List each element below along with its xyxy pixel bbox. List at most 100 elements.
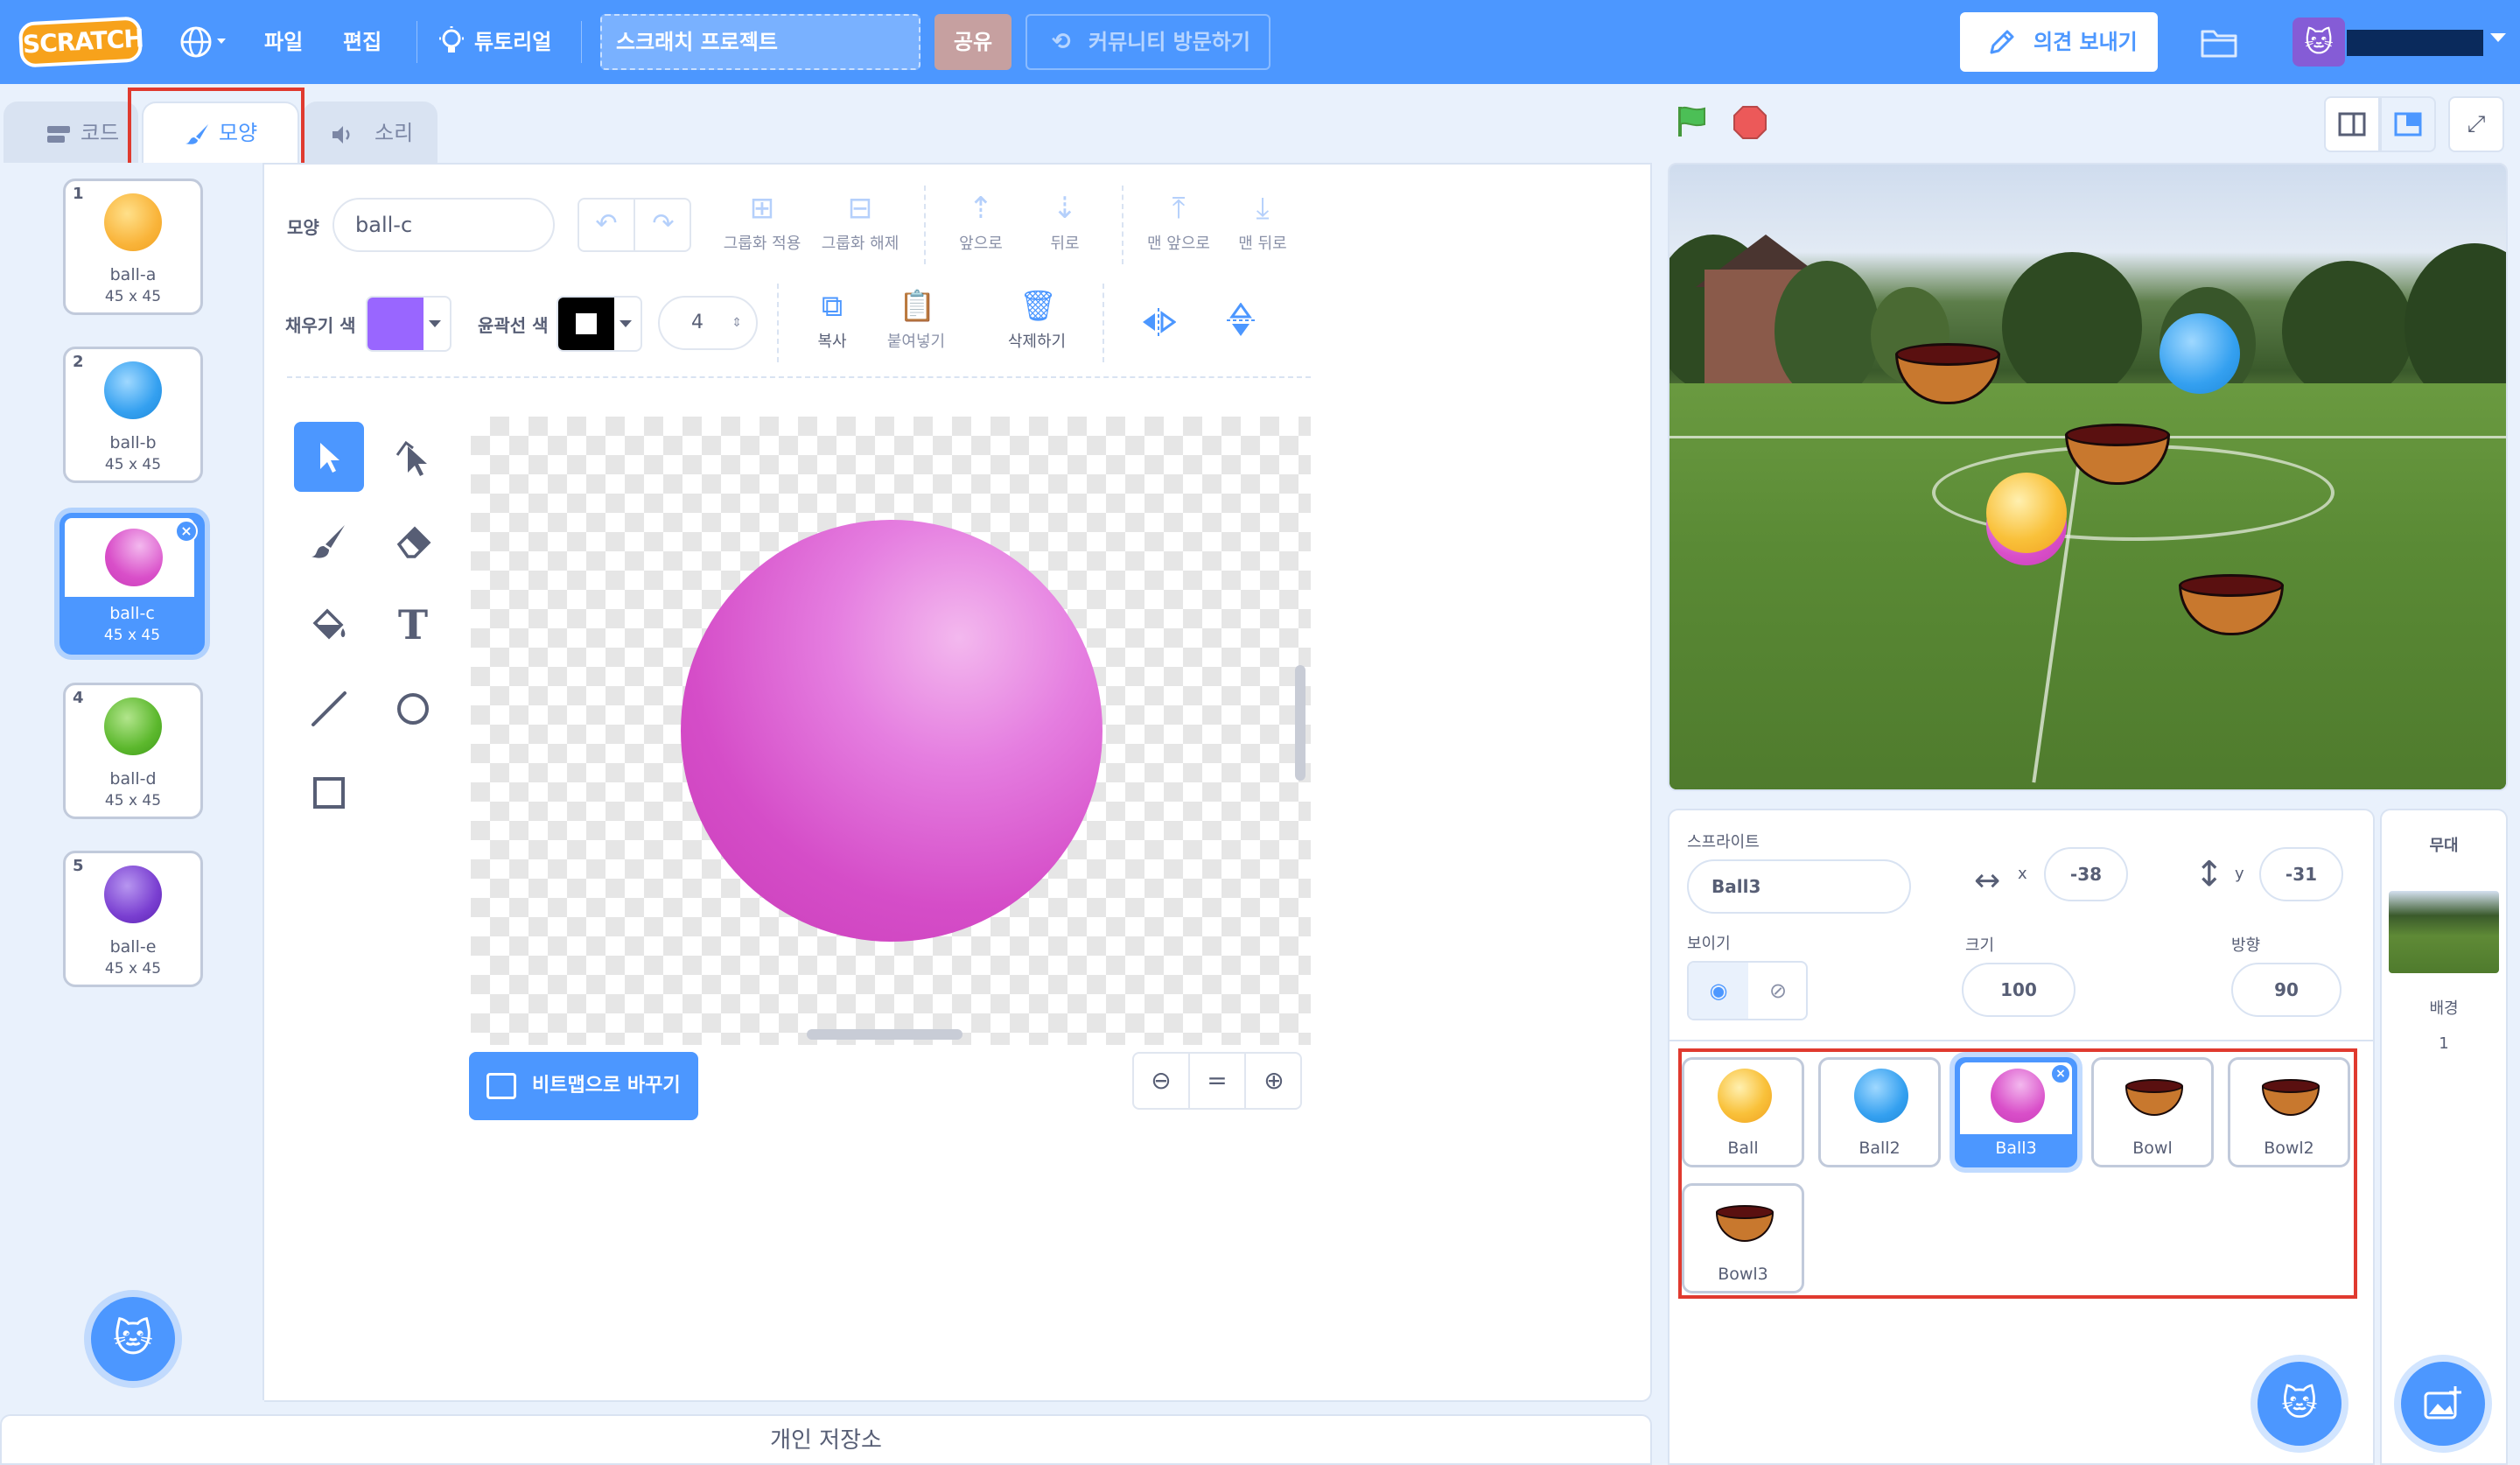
flip-horizontal-icon[interactable] [1141, 306, 1176, 338]
x-label: x [2018, 865, 2027, 883]
stage-panel-title: 무대 [2429, 837, 2459, 855]
choose-sprite-button[interactable]: 🐱 [2258, 1362, 2342, 1446]
paste-label: 붙여넣기 [886, 333, 946, 351]
zoom-in-icon[interactable]: ⊕ [1246, 1054, 1302, 1108]
ungroup-label: 그룹화 해제 [821, 235, 900, 253]
tab-code-label: 코드 [80, 121, 120, 145]
pencil-icon [1990, 30, 2014, 54]
cursor-arrow-icon [320, 443, 340, 473]
stage[interactable] [1668, 163, 2508, 791]
circle-tool[interactable] [378, 674, 448, 744]
username-redacted[interactable] [2347, 30, 2483, 56]
copy-button[interactable]: ⧉ 복사 [784, 289, 880, 352]
costume-thumbnail [104, 361, 162, 419]
tab-code[interactable]: 코드 [4, 102, 138, 163]
globe-icon[interactable] [178, 25, 228, 60]
stepper-icon[interactable]: ⇕ [732, 298, 742, 348]
select-tool[interactable] [294, 422, 364, 492]
y-input[interactable]: -31 [2259, 847, 2343, 901]
menu-edit[interactable]: 편집 [343, 0, 382, 84]
ball-sprite[interactable] [1986, 473, 2067, 553]
tree [1774, 261, 1880, 401]
convert-to-bitmap-button[interactable]: 비트맵으로 바꾸기 [469, 1052, 698, 1120]
outline-color-picker[interactable] [556, 296, 642, 352]
zoom-reset-button[interactable]: = [1190, 1054, 1246, 1108]
costume-item[interactable]: 4 ball-d 45 x 45 [63, 683, 203, 819]
menu-tutorials[interactable]: 튜토리얼 [438, 0, 569, 84]
ungroup-button[interactable]: ⊟ 그룹화 해제 [812, 191, 908, 254]
eye-hidden-icon[interactable]: ⊘ [1748, 963, 1808, 1019]
stop-sign-icon[interactable] [1732, 105, 1768, 140]
line-tool[interactable] [294, 674, 364, 744]
costume-ball-shape[interactable] [681, 520, 1102, 942]
delete-costume-icon[interactable]: × [175, 520, 198, 543]
scratch-logo[interactable]: SCRATCH [18, 16, 144, 68]
highlight-box-costumes-tab [128, 88, 304, 168]
stage-thumbnail[interactable] [2389, 891, 2499, 973]
fill-tool[interactable] [294, 590, 364, 660]
paint-canvas[interactable] [471, 417, 1311, 1045]
vertical-scrollbar[interactable] [1295, 665, 1306, 781]
arrows-vertical-icon: ↕ [2194, 854, 2224, 894]
forward-button[interactable]: ⇡ 앞으로 [933, 191, 1029, 254]
costume-name-input[interactable]: ball-c [332, 198, 555, 252]
green-flag-icon[interactable] [1675, 103, 1710, 138]
community-button[interactable]: ⟲ 커뮤니티 방문하기 [1026, 14, 1270, 70]
feedback-label: 의견 보내기 [2034, 30, 2138, 54]
costume-item[interactable]: 2 ball-b 45 x 45 [63, 347, 203, 483]
paste-button[interactable]: 📋 붙여넣기 [868, 289, 964, 352]
backpack-bar[interactable]: 개인 저장소 [0, 1414, 1652, 1465]
costume-item-selected[interactable]: 3 × ball-c 45 x 45 [60, 513, 205, 655]
fullscreen-button[interactable]: ⤢ [2448, 96, 2504, 152]
choose-costume-button[interactable]: 🐱 [91, 1297, 175, 1381]
bowl-sprite[interactable] [1895, 343, 2000, 404]
text-tool[interactable]: T [378, 590, 448, 660]
bowl2-sprite[interactable] [2065, 424, 2170, 485]
brush-tool[interactable] [294, 506, 364, 576]
costume-number: 5 [73, 857, 84, 875]
stroke-width-input[interactable]: 4 ⇕ [658, 296, 758, 350]
share-button[interactable]: 공유 [934, 14, 1012, 70]
highlight-box-sprite-list [1678, 1048, 2357, 1299]
delete-button[interactable]: 🗑 삭제하기 [989, 289, 1085, 352]
eraser-tool[interactable] [378, 506, 448, 576]
costume-name-label: 모양 [287, 217, 319, 238]
redo-icon[interactable]: ↷ [635, 200, 691, 250]
small-stage-button[interactable] [2324, 96, 2380, 152]
costume-name: ball-a [109, 265, 157, 284]
ball2-sprite[interactable] [2160, 313, 2240, 394]
size-input[interactable]: 100 [1962, 963, 2076, 1017]
fullscreen-icon: ⤢ [2467, 111, 2486, 137]
choose-backdrop-button[interactable] [2401, 1362, 2485, 1446]
front-button[interactable]: ⤒ 맨 앞으로 [1130, 191, 1227, 254]
fill-color-picker[interactable] [366, 296, 452, 352]
paste-icon: 📋 [899, 289, 936, 324]
backward-button[interactable]: ⇣ 뒤로 [1017, 191, 1113, 254]
direction-input[interactable]: 90 [2231, 963, 2342, 1017]
flip-vertical-icon[interactable] [1225, 303, 1256, 338]
zoom-out-icon[interactable]: ⊖ [1134, 1054, 1190, 1108]
reshape-tool[interactable] [378, 422, 448, 492]
eye-icon[interactable]: ◉ [1689, 963, 1748, 1019]
project-title-input[interactable]: 스크래치 프로젝트 [600, 14, 920, 70]
feedback-button[interactable]: 의견 보내기 [1960, 12, 2158, 72]
group-button[interactable]: ⊞ 그룹화 적용 [714, 191, 810, 254]
large-stage-button[interactable] [2380, 96, 2436, 152]
chevron-down-icon[interactable] [2490, 33, 2506, 42]
folder-icon[interactable] [2200, 25, 2238, 60]
horizontal-scrollbar[interactable] [807, 1029, 962, 1040]
backward-label: 뒤로 [1050, 235, 1080, 253]
rectangle-tool[interactable] [294, 758, 364, 828]
x-input[interactable]: -38 [2044, 847, 2128, 901]
menu-file[interactable]: 파일 [264, 0, 303, 84]
tab-sounds[interactable]: 소리 [303, 102, 438, 163]
back-button[interactable]: ⤓ 맨 뒤로 [1214, 191, 1311, 254]
user-avatar[interactable]: 🐱 [2292, 18, 2345, 67]
undo-icon[interactable]: ↶ [579, 200, 635, 250]
costume-item[interactable]: 1 ball-a 45 x 45 [63, 179, 203, 315]
menu-tutorials-label: 튜토리얼 [474, 30, 552, 54]
costume-item[interactable]: 5 ball-e 45 x 45 [63, 851, 203, 987]
costume-size: 45 x 45 [103, 627, 161, 644]
sprite-name-input[interactable]: Ball3 [1687, 859, 1911, 914]
bowl3-sprite[interactable] [2179, 574, 2284, 635]
